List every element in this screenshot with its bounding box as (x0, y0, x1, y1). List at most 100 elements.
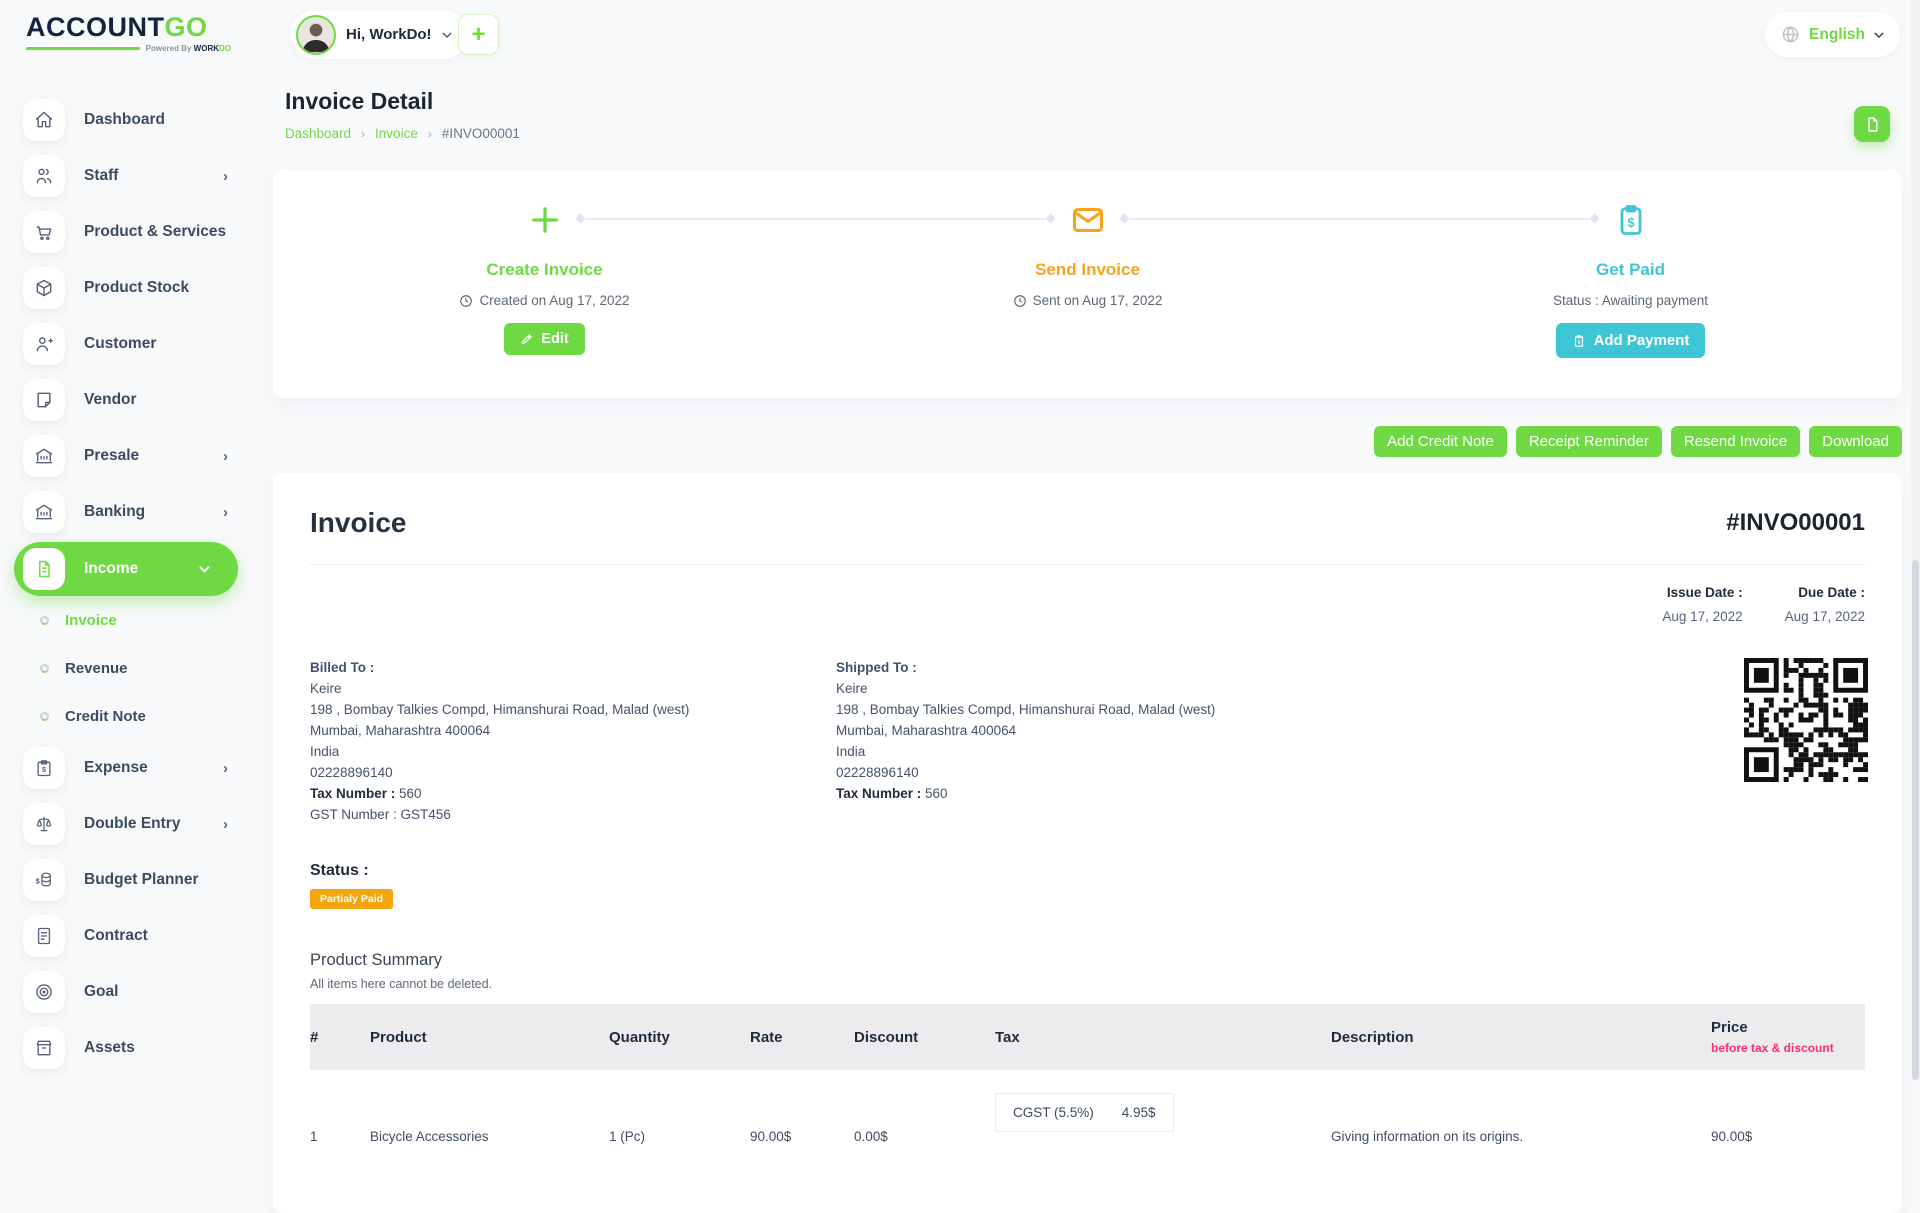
sidebar-item-assets[interactable]: Assets (0, 1020, 256, 1076)
edit-button[interactable]: Edit (504, 323, 584, 355)
chevron-down-icon (1874, 30, 1884, 40)
sidebar-item-staff[interactable]: Staff › (0, 148, 256, 204)
chevron-right-icon: › (223, 504, 228, 521)
sidebar-item-contract[interactable]: Contract (0, 908, 256, 964)
package-icon (23, 267, 65, 309)
chevron-right-icon: › (361, 127, 365, 141)
billed-to-block: Billed To : Keire 198 , Bombay Talkies C… (310, 657, 836, 825)
col-tax: Tax (995, 1029, 1331, 1046)
step-get-paid: $ Get Paid Status : Awaiting payment $ A… (1359, 170, 1902, 398)
col-num: # (310, 1029, 370, 1046)
bank-icon (23, 491, 65, 533)
sidebar-subitem-revenue[interactable]: Revenue (0, 644, 256, 692)
sidebar-item-product-services[interactable]: Product & Services (0, 204, 256, 260)
col-price: Price before tax & discount (1711, 1019, 1865, 1055)
table-row: 1 Bicycle Accessories 1 (Pc) 90.00$ 0.00… (310, 1070, 1865, 1202)
sidebar-item-label: Product & Services (84, 223, 226, 241)
resend-invoice-button[interactable]: Resend Invoice (1671, 426, 1800, 457)
target-icon (23, 971, 65, 1013)
scrollbar-thumb[interactable] (1912, 560, 1919, 1080)
bullet-icon (40, 664, 49, 673)
bank-icon (23, 435, 65, 477)
breadcrumb-current: #INVO00001 (442, 126, 520, 141)
sidebar-item-label: Income (84, 560, 138, 578)
breadcrumb-invoice[interactable]: Invoice (375, 126, 418, 141)
sidebar-item-banking[interactable]: Banking › (0, 484, 256, 540)
table-header-row: # Product Quantity Rate Discount Tax Des… (310, 1004, 1865, 1070)
invoice-card: Invoice #INVO00001 Issue Date : Aug 17, … (273, 473, 1902, 1213)
logo-text: ACCOUNTGO (26, 12, 231, 42)
pencil-icon (520, 332, 534, 346)
user-greeting: Hi, WorkDo! (346, 26, 432, 43)
contract-icon (23, 915, 65, 957)
sidebar-item-label: Expense (84, 759, 148, 777)
status-block: Status : Partialy Paid (310, 862, 1865, 909)
invoice-number: #INVO00001 (1726, 509, 1865, 537)
language-selector[interactable]: English (1765, 12, 1900, 57)
step-subtitle: Created on Aug 17, 2022 (273, 293, 816, 308)
invoice-icon (23, 548, 65, 590)
breadcrumb-dashboard[interactable]: Dashboard (285, 126, 351, 141)
sidebar-item-label: Contract (84, 927, 148, 945)
invoice-title: Invoice (310, 507, 406, 539)
language-label: English (1809, 26, 1865, 44)
avatar (296, 15, 336, 55)
accountgo-logo[interactable]: ACCOUNTGO Powered By WORKDO (26, 12, 231, 53)
cell-quantity: 1 (Pc) (609, 1129, 750, 1144)
sidebar-item-label: Budget Planner (84, 871, 199, 889)
globe-icon (1781, 25, 1800, 44)
scrollbar-track (1911, 0, 1920, 1080)
sidebar-item-label: Product Stock (84, 279, 189, 297)
sidebar-item-label: Vendor (84, 391, 137, 409)
cell-product: Bicycle Accessories (370, 1129, 609, 1144)
sidebar-item-budget-planner[interactable]: $ Budget Planner (0, 852, 256, 908)
sidebar-subitem-invoice[interactable]: Invoice (0, 596, 256, 644)
bullet-icon (40, 616, 49, 625)
sidebar-item-expense[interactable]: $ Expense › (0, 740, 256, 796)
invoice-actions: Add Credit Note Receipt Reminder Resend … (1374, 426, 1902, 457)
invoice-dates: Issue Date : Aug 17, 2022 Due Date : Aug… (310, 585, 1865, 624)
sidebar-item-label: Dashboard (84, 111, 165, 129)
sidebar-item-label: Goal (84, 983, 118, 1001)
download-button[interactable]: Download (1809, 426, 1902, 457)
tax-detail-box: CGST (5.5%) 4.95$ (995, 1093, 1174, 1132)
svg-text:$: $ (1577, 339, 1580, 344)
col-description: Description (1331, 1029, 1711, 1046)
sidebar-item-product-stock[interactable]: Product Stock (0, 260, 256, 316)
sidebar-item-double-entry[interactable]: Double Entry › (0, 796, 256, 852)
sidebar-item-vendor[interactable]: Vendor (0, 372, 256, 428)
sidebar-item-presale[interactable]: Presale › (0, 428, 256, 484)
step-subtitle: Status : Awaiting payment (1359, 293, 1902, 308)
step-create-invoice: Create Invoice Created on Aug 17, 2022 E… (273, 170, 816, 398)
col-discount: Discount (854, 1029, 995, 1046)
product-summary-subtitle: All items here cannot be deleted. (310, 977, 1865, 991)
sidebar-item-customer[interactable]: Customer (0, 316, 256, 372)
status-badge: Partialy Paid (310, 889, 393, 909)
chevron-right-icon: › (223, 448, 228, 465)
file-icon (1864, 116, 1881, 133)
users-icon (23, 155, 65, 197)
sidebar-item-goal[interactable]: Goal (0, 964, 256, 1020)
sidebar-item-dashboard[interactable]: Dashboard (0, 92, 256, 148)
add-credit-note-button[interactable]: Add Credit Note (1374, 426, 1507, 457)
note-icon (23, 379, 65, 421)
add-payment-button[interactable]: $ Add Payment (1556, 323, 1706, 358)
sidebar-item-label: Double Entry (84, 815, 180, 833)
chevron-down-icon (199, 565, 210, 573)
page-title: Invoice Detail (285, 88, 433, 115)
export-document-button[interactable] (1854, 106, 1890, 142)
sidebar-subitem-credit-note[interactable]: Credit Note (0, 692, 256, 740)
due-date: Due Date : Aug 17, 2022 (1785, 585, 1865, 624)
shipped-to-block: Shipped To : Keire 198 , Bombay Talkies … (836, 657, 1362, 825)
receipt-reminder-button[interactable]: Receipt Reminder (1516, 426, 1662, 457)
step-subtitle: Sent on Aug 17, 2022 (816, 293, 1359, 308)
step-title: Create Invoice (273, 260, 816, 280)
sidebar-item-label: Banking (84, 503, 145, 521)
user-menu[interactable]: Hi, WorkDo! (291, 10, 468, 59)
price-note: before tax & discount (1711, 1041, 1865, 1055)
receipt-dollar-icon: $ (1359, 200, 1902, 240)
cell-description: Giving information on its origins. (1331, 1129, 1711, 1144)
coins-icon: $ (23, 859, 65, 901)
quick-add-button[interactable]: + (458, 14, 499, 55)
sidebar-item-income-active[interactable]: Income (14, 542, 238, 596)
